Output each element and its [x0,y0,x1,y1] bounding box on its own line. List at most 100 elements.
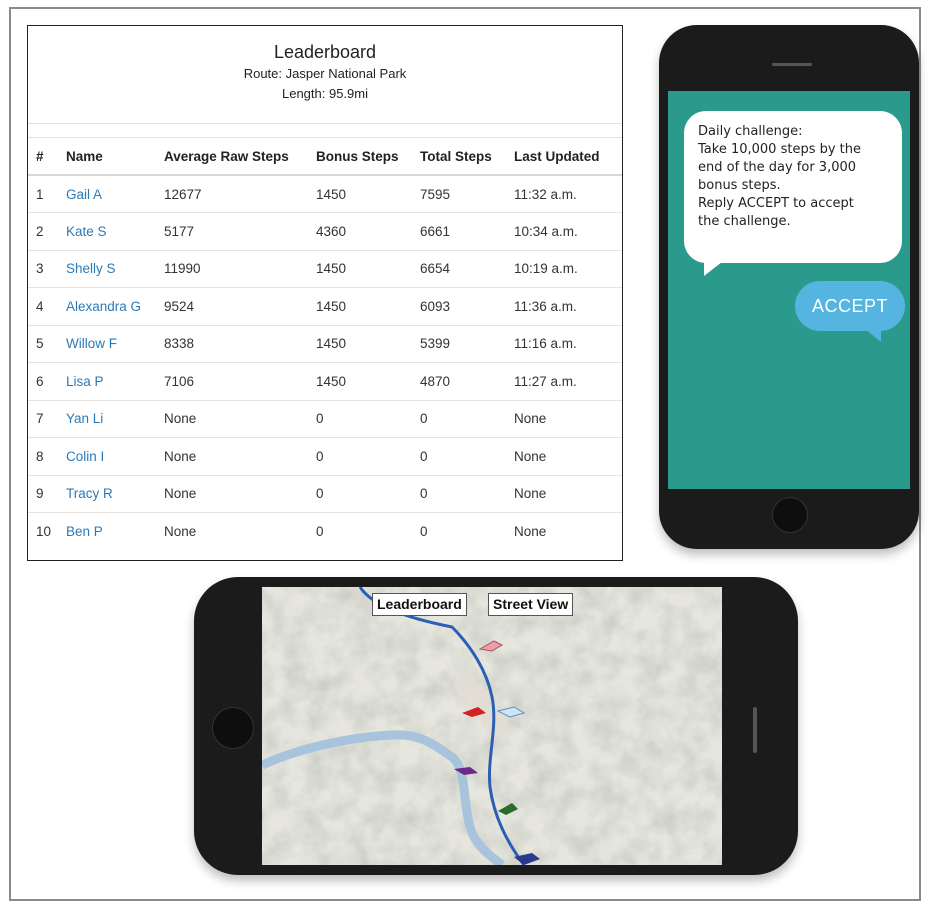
cell-bonus-steps: 0 [316,437,420,476]
col-last-updated[interactable]: Last Updated [514,138,622,176]
cell-avg-raw-steps: 9524 [164,287,316,326]
cell-name[interactable]: Tracy R [66,475,164,513]
cell-avg-raw-steps: 7106 [164,362,316,401]
cell-rank: 7 [28,400,66,438]
cell-name[interactable]: Shelly S [66,250,164,288]
accept-reply-text: ACCEPT [811,296,888,316]
cell-last-updated: None [514,437,622,476]
cell-last-updated: 11:32 a.m. [514,175,622,213]
table-row: 6 Lisa P 7106 1450 4870 11:27 a.m. [28,362,622,401]
landscape-phone: Leaderboard Street View [194,577,798,875]
table-row: 3 Shelly S 11990 1450 6654 10:19 a.m. [28,250,622,288]
cell-rank: 9 [28,475,66,513]
portrait-phone: Daily challenge: Take 10,000 steps by th… [659,25,919,549]
cell-last-updated: 11:27 a.m. [514,362,622,401]
message-line: Daily challenge: [698,124,803,139]
cell-bonus-steps: 1450 [316,175,420,213]
col-rank[interactable]: # [28,138,66,176]
message-line: end of the day for 3,000 [698,160,857,175]
table-row: 2 Kate S 5177 4360 6661 10:34 a.m. [28,212,622,251]
message-line: bonus steps. [698,178,781,193]
cell-total-steps: 0 [420,400,514,438]
message-line: Take 10,000 steps by the [698,142,862,157]
cell-bonus-steps: 1450 [316,250,420,288]
cell-rank: 3 [28,250,66,288]
cell-total-steps: 7595 [420,175,514,213]
cell-avg-raw-steps: 5177 [164,212,316,251]
cell-last-updated: 10:34 a.m. [514,212,622,251]
cell-avg-raw-steps: None [164,437,316,476]
table-header-row: # Name Average Raw Steps Bonus Steps Tot… [28,138,622,176]
map-screen[interactable]: Leaderboard Street View [262,587,722,865]
leaderboard-button[interactable]: Leaderboard [372,593,467,616]
cell-bonus-steps: 4360 [316,212,420,251]
cell-name[interactable]: Gail A [66,175,164,213]
route-label: Route: Jasper National Park [243,66,407,81]
table-row: 5 Willow F 8338 1450 5399 11:16 a.m. [28,325,622,363]
cell-total-steps: 0 [420,524,428,539]
phone-speaker [753,707,757,753]
cell-bonus-steps: 1450 [316,325,420,363]
table-row: 4 Alexandra G 9524 1450 6093 11:36 a.m. [28,287,622,326]
cell-rank: 2 [28,212,66,251]
cell-avg-raw-steps: None [164,475,316,513]
bubble-tail [704,262,722,276]
table-row: 9 Tracy R None 0 0 None [28,475,622,513]
col-bonus-steps[interactable]: Bonus Steps [316,138,420,176]
cell-rank: 10 [36,524,52,539]
accept-reply-bubble[interactable]: ACCEPT [795,281,905,342]
leaderboard-title: Leaderboard [273,42,377,62]
cell-total-steps: 0 [420,475,514,513]
cell-total-steps: 0 [420,437,514,476]
home-button[interactable] [772,497,808,533]
table-row: 1 Gail A 12677 1450 7595 11:32 a.m. [28,175,622,213]
table-row: 10 Ben P None 0 0 None [28,513,622,551]
col-average-raw-steps[interactable]: Average Raw Steps [164,138,316,176]
cell-bonus-steps: 0 [316,400,420,438]
cell-name[interactable]: Ben P [66,513,164,551]
challenge-message-bubble: Daily challenge: Take 10,000 steps by th… [684,111,902,276]
cell-name[interactable]: Kate S [66,212,164,251]
cell-bonus-steps: 0 [316,475,420,513]
col-name[interactable]: Name [66,138,164,176]
cell-rank: 1 [28,175,66,213]
home-button[interactable] [212,707,254,749]
sms-screen: Daily challenge: Take 10,000 steps by th… [668,91,910,489]
leaderboard-header: Leaderboard Route: Jasper National Park … [28,26,622,124]
cell-total-steps: 4870 [420,362,514,401]
cell-last-updated: None [514,475,622,513]
message-line: Reply ACCEPT to accept [698,196,854,211]
cell-last-updated: 11:36 a.m. [514,287,622,326]
cell-avg-raw-steps: None [164,524,197,539]
cell-total-steps: 6661 [420,212,514,251]
cell-last-updated: 10:19 a.m. [514,250,622,288]
table-row: 8 Colin I None 0 0 None [28,437,622,476]
table-row: 7 Yan Li None 0 0 None [28,400,622,438]
cell-bonus-steps: 0 [316,524,324,539]
street-view-button[interactable]: Street View [488,593,574,616]
cell-avg-raw-steps: 11990 [164,250,316,288]
cell-name[interactable]: Alexandra G [66,287,164,326]
terrain-map[interactable] [262,587,722,865]
cell-bonus-steps: 1450 [316,362,420,401]
cell-avg-raw-steps: 12677 [164,175,316,213]
leaderboard-panel: Leaderboard Route: Jasper National Park … [27,25,623,561]
cell-avg-raw-steps: 8338 [164,325,316,363]
leaderboard-table: # Name Average Raw Steps Bonus Steps Tot… [28,138,622,550]
cell-last-updated: 11:16 a.m. [514,325,622,363]
cell-name[interactable]: Willow F [66,325,164,363]
cell-total-steps: 6093 [420,287,514,326]
message-line: the challenge. [698,214,791,229]
length-label: Length: 95.9mi [281,86,368,101]
cell-total-steps: 5399 [420,325,514,363]
cell-name[interactable]: Yan Li [66,400,164,438]
cell-rank: 4 [28,287,66,326]
cell-avg-raw-steps: None [164,400,316,438]
cell-rank: 6 [28,362,66,401]
cell-last-updated: None [514,524,547,539]
cell-rank: 8 [28,437,66,476]
cell-name[interactable]: Colin I [66,437,164,476]
cell-name[interactable]: Lisa P [66,362,164,401]
cell-total-steps: 6654 [420,250,514,288]
col-total-steps[interactable]: Total Steps [420,138,514,176]
